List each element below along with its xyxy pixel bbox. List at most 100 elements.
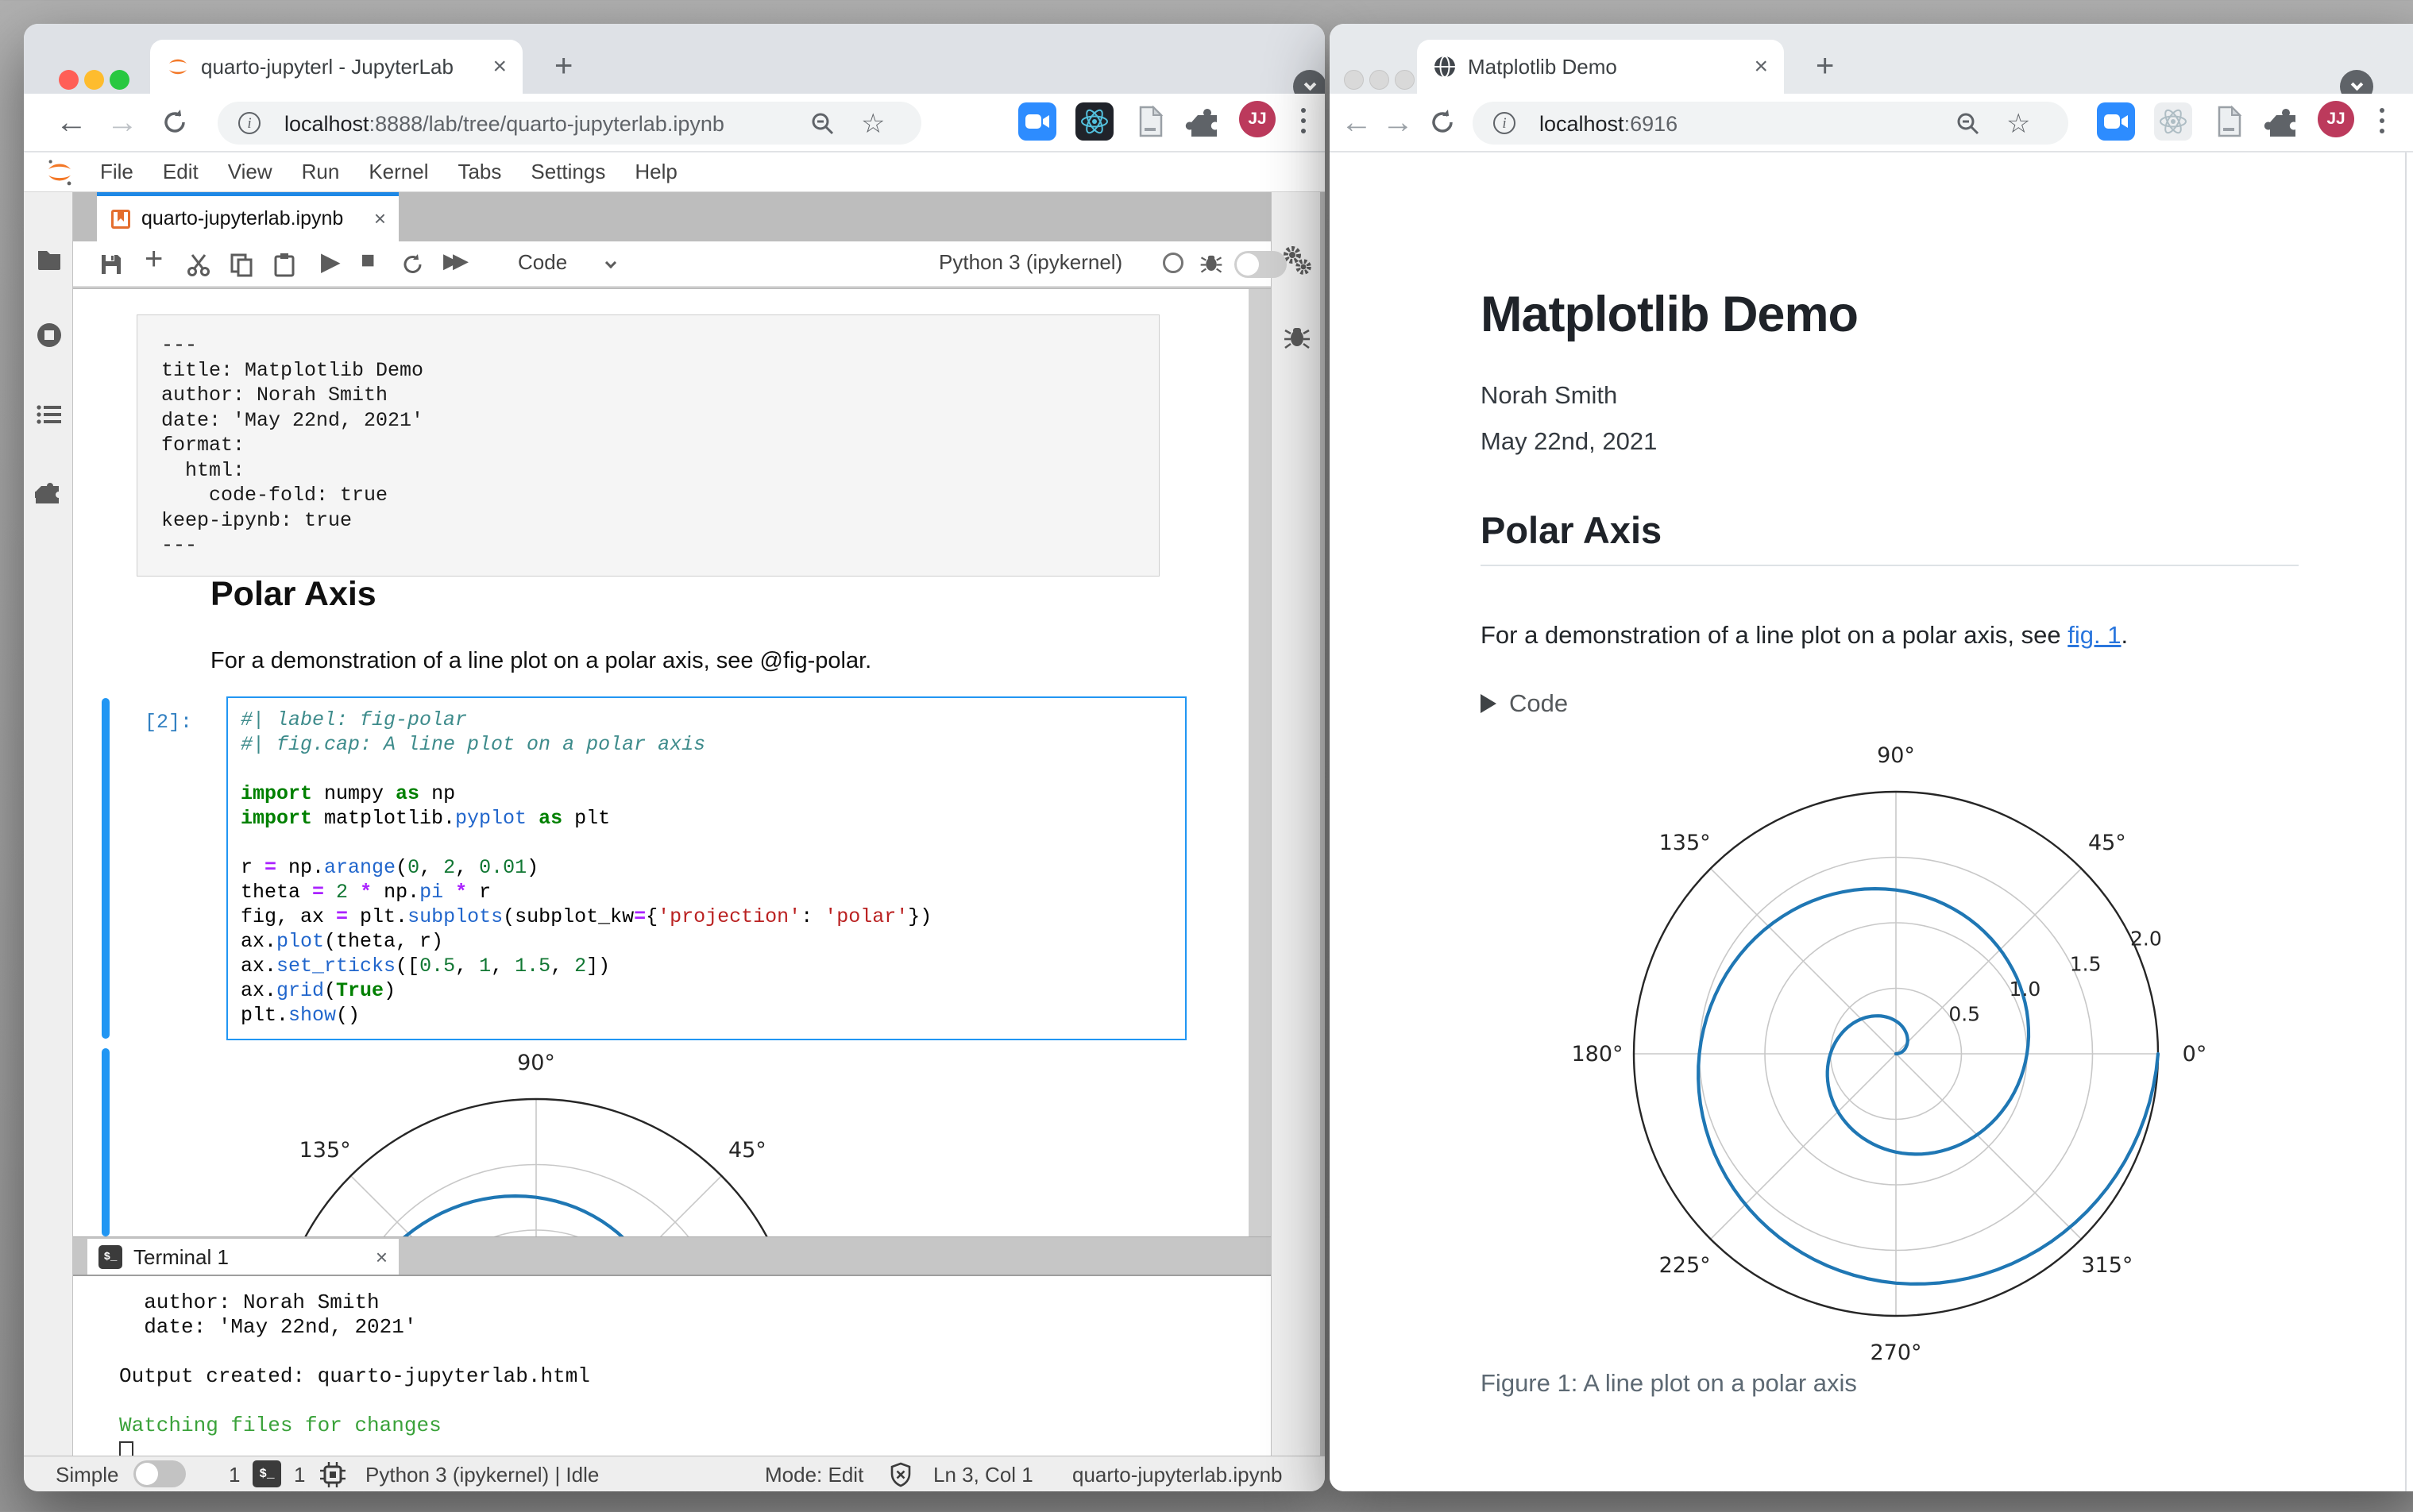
fold-triangle-icon — [1481, 694, 1496, 713]
table-of-contents-icon[interactable] — [35, 400, 64, 433]
zoom-extension-icon[interactable] — [1018, 102, 1056, 141]
site-info-icon[interactable]: i — [1493, 112, 1515, 134]
paste-cells-button[interactable] — [272, 252, 297, 284]
yaml-line: title: Matplotlib Demo — [161, 358, 424, 382]
browser-tab[interactable]: quarto-jupyterl - JupyterLab × — [150, 40, 523, 94]
zoom-extension-icon[interactable] — [2097, 102, 2135, 141]
copy-cells-button[interactable] — [229, 252, 254, 284]
forward-button[interactable]: → — [1382, 105, 1414, 141]
save-button[interactable] — [98, 252, 124, 284]
menu-settings[interactable]: Settings — [531, 160, 605, 183]
notebook-tab[interactable]: quarto-jupyterlab.ipynb × — [97, 192, 399, 241]
tab-close-icon[interactable]: × — [1754, 53, 1768, 80]
code-line: #| fig.cap: A line plot on a polar axis — [241, 733, 706, 756]
address-bar[interactable]: i localhost:8888/lab/tree/quarto-jupyter… — [218, 102, 921, 145]
menu-view[interactable]: View — [228, 160, 272, 183]
svg-text:135°: 135° — [1659, 831, 1711, 855]
simple-mode-toggle[interactable] — [133, 1460, 186, 1487]
restart-run-all-button[interactable]: ▶▶ — [443, 249, 469, 273]
kernel-status-text[interactable]: Python 3 (ipykernel) | Idle — [365, 1463, 599, 1487]
yaml-raw-cell[interactable]: --- title: Matplotlib Demo author: Norah S… — [137, 314, 1160, 577]
doc-title: Matplotlib Demo — [1481, 287, 1859, 342]
notebook-content: --- title: Matplotlib Demo author: Norah S… — [73, 289, 1249, 1236]
zoom-page-icon[interactable] — [1955, 111, 1981, 141]
browser-menu-icon[interactable] — [2380, 108, 2384, 113]
puzzle-extensions-icon[interactable] — [1185, 102, 1223, 141]
terminal-output[interactable]: author: Norah Smith date: 'May 22nd, 202… — [73, 1275, 1271, 1468]
cell-type-dropdown[interactable]: Code — [518, 250, 567, 275]
zoom-window-button[interactable] — [1395, 70, 1415, 90]
svg-text:315°: 315° — [2081, 1253, 2133, 1278]
toolbar-bug-icon[interactable] — [1199, 251, 1223, 281]
zoom-page-icon[interactable] — [810, 111, 836, 141]
bookmark-star-icon[interactable]: ☆ — [2006, 108, 2030, 140]
address-bar[interactable]: i localhost:6916 ☆ — [1473, 102, 2068, 145]
debugger-bug-icon[interactable] — [1283, 322, 1311, 355]
code-line: theta = 2 * np.pi * r — [241, 881, 492, 904]
code-cell-editor[interactable]: #| label: fig-polar #| fig.cap: A line pl… — [226, 696, 1187, 1040]
kernel-name-button[interactable]: Python 3 (ipykernel) — [939, 250, 1122, 275]
mode-indicator[interactable]: Mode: Edit — [765, 1463, 863, 1487]
run-cell-button[interactable]: ▶ — [321, 246, 341, 276]
reload-button[interactable] — [1427, 106, 1458, 142]
browser-tab[interactable]: Matplotlib Demo × — [1417, 40, 1784, 94]
back-button[interactable]: ← — [1341, 105, 1373, 141]
interrupt-kernel-button[interactable]: ■ — [361, 247, 375, 274]
add-cell-button[interactable]: + — [145, 241, 163, 277]
terminal-tab[interactable]: $_ Terminal 1 × — [87, 1239, 399, 1275]
notebook-scrollbar[interactable] — [1249, 289, 1271, 1236]
doc-section-heading: Polar Axis — [1481, 508, 2299, 566]
menu-help[interactable]: Help — [635, 160, 677, 183]
browser-menu-icon[interactable] — [1301, 108, 1306, 113]
document-extension-icon[interactable] — [2210, 102, 2248, 141]
document-extension-icon[interactable] — [1131, 102, 1169, 141]
menu-run[interactable]: Run — [302, 160, 340, 183]
restart-kernel-button[interactable] — [400, 252, 426, 284]
doc-author: Norah Smith — [1481, 381, 1618, 409]
cut-cells-button[interactable] — [186, 252, 211, 284]
code-line: import numpy as np — [241, 782, 456, 805]
toolbar-toggle[interactable] — [1234, 251, 1287, 278]
file-browser-icon[interactable] — [35, 245, 64, 277]
browser-avatar[interactable]: JJ — [2318, 101, 2354, 137]
menu-tabs[interactable]: Tabs — [458, 160, 501, 183]
cell-prompt: [2]: — [145, 711, 193, 734]
menu-kernel[interactable]: Kernel — [369, 160, 428, 183]
titlebar[interactable]: quarto-jupyterl - JupyterLab × + — [24, 24, 1325, 103]
new-tab-button[interactable]: + — [554, 50, 573, 82]
svg-text:180°: 180° — [1571, 1042, 1623, 1066]
page-scrollbar[interactable] — [2405, 152, 2407, 1491]
menu-file[interactable]: File — [100, 160, 133, 183]
svg-text:1.5: 1.5 — [2070, 952, 2102, 975]
site-info-icon[interactable]: i — [238, 112, 261, 134]
terminal-tab-close-icon[interactable]: × — [376, 1245, 388, 1270]
browser-avatar[interactable]: JJ — [1239, 101, 1276, 137]
jupyterlab-menubar: File Edit View Run Kernel Tabs Settings Help — [24, 152, 1325, 192]
extension-manager-icon[interactable] — [33, 478, 64, 511]
menu-edit[interactable]: Edit — [163, 160, 199, 183]
react-devtools-extension-icon[interactable] — [1075, 102, 1114, 141]
close-window-button[interactable] — [59, 70, 79, 90]
minimize-window-button[interactable] — [1369, 70, 1389, 90]
notebook-toolbar: + ▶ ■ ▶▶ Code Python 3 (ipykernel) — [73, 241, 1287, 287]
cell-collapser[interactable] — [102, 698, 110, 1039]
rendered-document: Matplotlib Demo Norah Smith May 22nd, 20… — [1330, 152, 2413, 1491]
titlebar[interactable]: Matplotlib Demo × + — [1330, 24, 2413, 103]
close-window-button[interactable] — [1344, 70, 1364, 90]
minimize-window-button[interactable] — [84, 70, 104, 90]
bookmark-star-icon[interactable]: ☆ — [861, 108, 885, 140]
react-devtools-extension-icon[interactable] — [2154, 102, 2192, 141]
notebook-tab-close-icon[interactable]: × — [374, 206, 386, 231]
tab-close-icon[interactable]: × — [492, 53, 507, 80]
forward-button[interactable]: → — [106, 105, 138, 141]
terminal-line: date: 'May 22nd, 2021' — [119, 1315, 417, 1339]
puzzle-extensions-icon[interactable] — [2264, 102, 2302, 141]
zoom-window-button[interactable] — [110, 70, 129, 90]
back-button[interactable]: ← — [56, 105, 87, 141]
figure-link[interactable]: fig. 1 — [2067, 621, 2121, 649]
running-kernels-icon[interactable] — [35, 321, 64, 353]
reload-button[interactable] — [159, 106, 191, 142]
new-tab-button[interactable]: + — [1816, 50, 1834, 82]
code-line: ax.grid(True) — [241, 979, 396, 1002]
line-col-indicator[interactable]: Ln 3, Col 1 — [933, 1463, 1033, 1487]
